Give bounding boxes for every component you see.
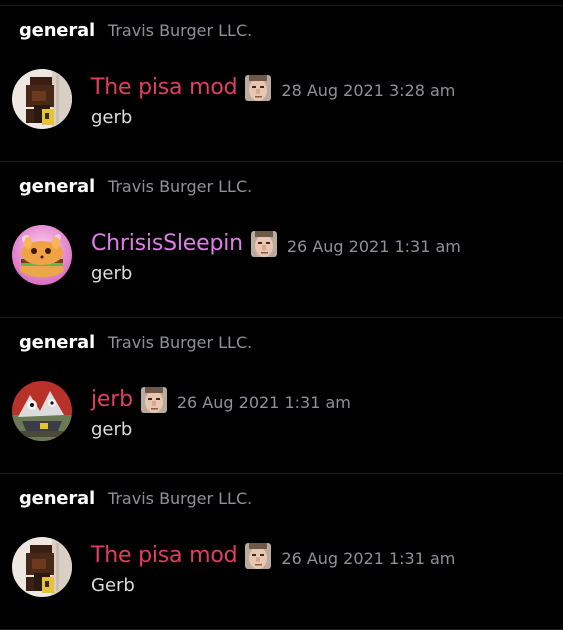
timestamp: 26 Aug 2021 1:31 am — [286, 236, 461, 256]
channel-name[interactable]: general — [19, 488, 95, 509]
avatar[interactable] — [12, 69, 72, 129]
server-name: Travis Burger LLC. — [107, 177, 253, 196]
message-content: gerb — [91, 419, 133, 440]
message-content: gerb — [91, 107, 133, 128]
server-name: Travis Burger LLC. — [107, 21, 253, 40]
message-header: ChrisisSleepin 26 Aug 2021 1:31 am — [91, 228, 461, 260]
pixel-character-avatar-image — [12, 69, 72, 129]
avatar[interactable] — [12, 225, 72, 285]
cartoon-scene-avatar-image — [12, 381, 72, 441]
search-result[interactable]: general Travis Burger LLC. The pisa mod … — [0, 474, 563, 630]
message-header: The pisa mod 28 Aug 2021 3:28 am — [91, 72, 455, 104]
result-header: general Travis Burger LLC. — [19, 20, 252, 41]
username[interactable]: The pisa mod — [91, 542, 238, 570]
message-header: jerb 26 Aug 2021 1:31 am — [91, 384, 351, 416]
channel-name[interactable]: general — [19, 20, 95, 41]
face-badge-icon — [245, 543, 271, 569]
timestamp: 28 Aug 2021 3:28 am — [281, 80, 456, 100]
result-header: general Travis Burger LLC. — [19, 176, 252, 197]
face-badge-icon — [251, 231, 277, 257]
search-result[interactable]: general Travis Burger LLC. jerb 26 Aug 2… — [0, 318, 563, 474]
burger-creature-avatar-image — [12, 225, 72, 285]
face-badge-icon — [245, 75, 271, 101]
server-name: Travis Burger LLC. — [107, 489, 253, 508]
username[interactable]: jerb — [91, 386, 133, 414]
avatar[interactable] — [12, 381, 72, 441]
message: ChrisisSleepin 26 Aug 2021 1:31 am gerb — [91, 228, 461, 284]
message-header: The pisa mod 26 Aug 2021 1:31 am — [91, 540, 455, 572]
avatar[interactable] — [12, 537, 72, 597]
message: The pisa mod 26 Aug 2021 1:31 am Gerb — [91, 540, 455, 596]
message-content: gerb — [91, 263, 133, 284]
face-badge-icon — [141, 387, 167, 413]
message: The pisa mod 28 Aug 2021 3:28 am gerb — [91, 72, 455, 128]
username[interactable]: ChrisisSleepin — [91, 230, 243, 258]
server-name: Travis Burger LLC. — [107, 333, 253, 352]
result-header: general Travis Burger LLC. — [19, 488, 252, 509]
message: jerb 26 Aug 2021 1:31 am gerb — [91, 384, 351, 440]
result-header: general Travis Burger LLC. — [19, 332, 252, 353]
channel-name[interactable]: general — [19, 332, 95, 353]
username[interactable]: The pisa mod — [91, 74, 238, 102]
timestamp: 26 Aug 2021 1:31 am — [176, 392, 351, 412]
timestamp: 26 Aug 2021 1:31 am — [281, 548, 456, 568]
channel-name[interactable]: general — [19, 176, 95, 197]
search-result[interactable]: general Travis Burger LLC. ChrisisSleepi… — [0, 162, 563, 318]
pixel-character-avatar-image — [12, 537, 72, 597]
message-content: Gerb — [91, 575, 135, 596]
search-result[interactable]: general Travis Burger LLC. The pisa mod … — [0, 6, 563, 162]
